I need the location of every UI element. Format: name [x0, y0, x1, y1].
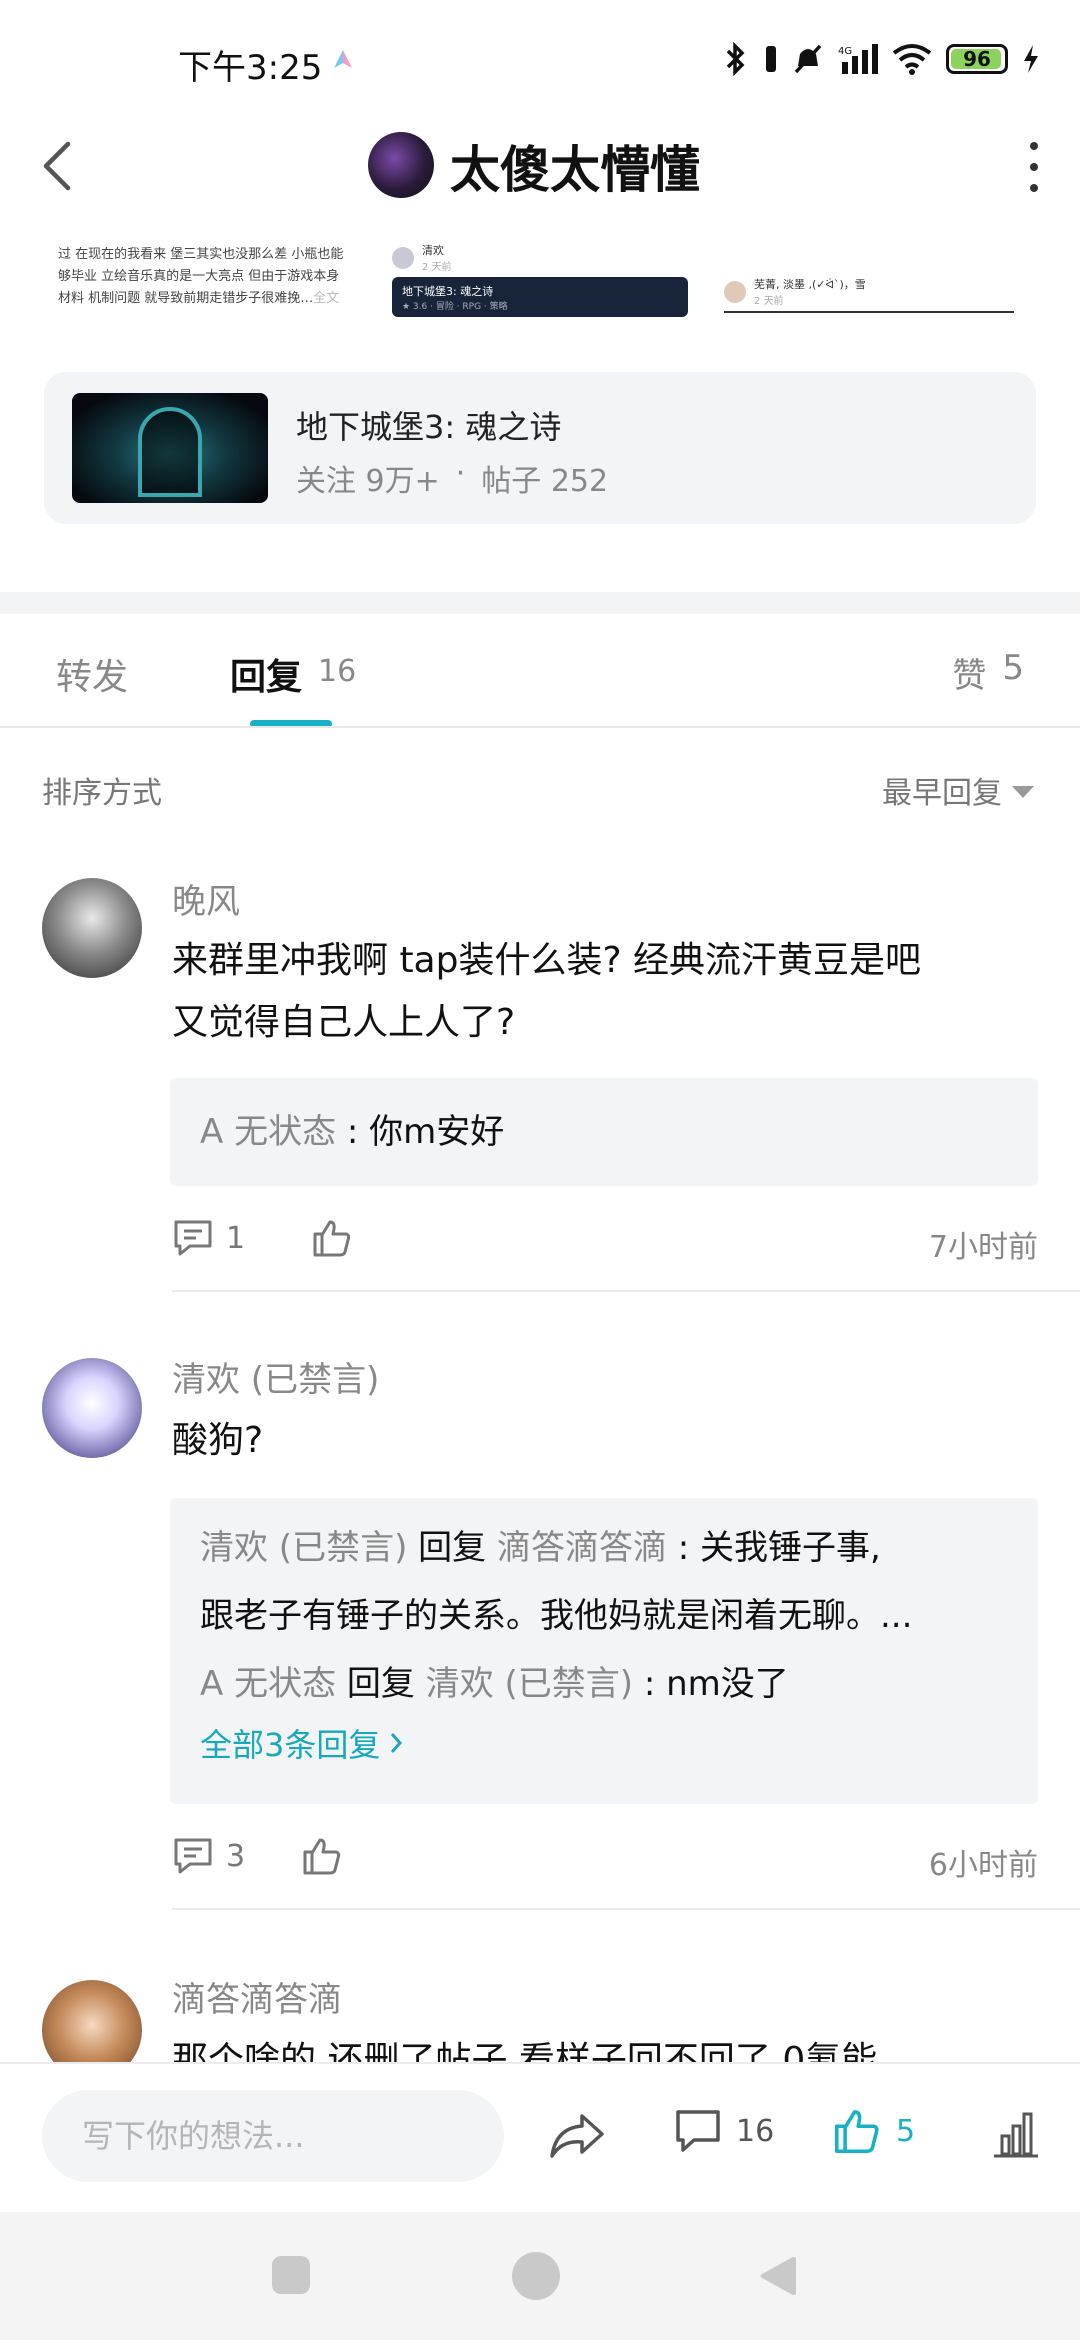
tab-repost[interactable]: 转发 [56, 648, 128, 700]
battery-indicator: 96 [946, 44, 1008, 74]
tab-like-label: 赞 [952, 656, 987, 696]
tab-reply[interactable]: 回复 [230, 648, 302, 700]
reply-line: 跟老子有锤子的关系。我他妈就是闲着无聊。... [200, 1596, 913, 1636]
nav-back-button[interactable] [756, 2254, 800, 2298]
sort-dropdown[interactable]: 最早回复 [882, 768, 1034, 812]
comment-icon [676, 2110, 720, 2152]
preview-card-3: 芜菁, 淡墨 ,(✓ᐛ`)，雪 2 天前 [724, 236, 1020, 320]
status-icons: 4G 96 [722, 42, 1040, 76]
post-image-strip[interactable]: 过 在现在的我看来 堡三其实也没那么差 小瓶也能够毕业 立绘音乐真的是一大亮点 … [0, 236, 1080, 320]
game-posts: 帖子 252 [481, 464, 609, 499]
meta-dot: · [455, 456, 466, 491]
comment-count: 16 [736, 2113, 775, 2149]
tab-divider [0, 726, 1080, 728]
comment-text[interactable]: 来群里冲我啊 tap装什么装? 经典流汗黄豆是吧 又觉得自己人上人了? [172, 930, 1032, 1054]
avatar[interactable] [42, 1358, 142, 1458]
reply-line: 清欢 (已禁言) 回复 滴答滴答滴 : 关我锤子事, [200, 1528, 881, 1568]
reply-preview-box[interactable]: 清欢 (已禁言) 回复 滴答滴答滴 : 关我锤子事, 跟老子有锤子的关系。我他妈… [170, 1498, 1038, 1804]
comment-icon [174, 1838, 212, 1874]
comment-text[interactable]: 酸狗? [172, 1410, 1032, 1472]
preview-avatar [724, 280, 746, 303]
game-meta: 关注 9万+ · 帖子 252 [296, 456, 608, 500]
section-divider [0, 592, 1080, 614]
comment-divider [172, 1290, 1080, 1292]
page-title: 太傻太懵懂 [450, 141, 700, 199]
comment-author[interactable]: 晚风 [172, 874, 240, 923]
comment-divider [172, 1908, 1080, 1910]
comment-input-container[interactable] [42, 2090, 504, 2182]
reply-preview-box[interactable]: A 无状态 : 你m安好 [170, 1078, 1038, 1186]
comment-actions: 3 [172, 1836, 343, 1876]
wifi-icon [892, 44, 932, 75]
preview-text: 过 在现在的我看来 堡三其实也没那么差 小瓶也能够毕业 立绘音乐真的是一大亮点 … [58, 247, 344, 306]
comment-input[interactable] [42, 2090, 504, 2182]
status-time: 下午3:25 [178, 48, 323, 88]
signal-icon: 4G [838, 44, 878, 74]
reply-line: A 无状态 回复 清欢 (已禁言) : nm没了 [200, 1664, 789, 1704]
tab-like-count: 5 [1002, 648, 1024, 688]
back-button[interactable] [36, 138, 86, 194]
svg-text:4G: 4G [838, 46, 852, 57]
game-cover-image [72, 393, 268, 503]
battery-percent: 96 [963, 47, 991, 71]
preview-avatar [392, 246, 414, 269]
dropdown-arrow-icon [1012, 786, 1034, 798]
avatar[interactable] [42, 878, 142, 978]
tab-like[interactable]: 赞 5 [952, 648, 1024, 697]
like-button[interactable] [311, 1218, 353, 1258]
thumbs-up-icon [303, 1838, 341, 1875]
more-options-icon[interactable] [1022, 142, 1046, 192]
stats-icon[interactable] [992, 2110, 1040, 2160]
comment-author[interactable]: 滴答滴答滴 [172, 1972, 342, 2021]
chevron-right-icon [391, 1733, 403, 1753]
like-count: 5 [896, 2113, 916, 2149]
comment-time: 7小时前 [928, 1230, 1038, 1265]
bluetooth-icon [726, 42, 745, 76]
like-count-button[interactable]: 5 [832, 2106, 915, 2156]
app-notification-icon [334, 50, 352, 68]
reply-line: A 无状态 : 你m安好 [200, 1112, 505, 1152]
game-followers: 关注 9万+ [296, 464, 440, 499]
reply-button[interactable]: 1 [172, 1218, 245, 1258]
recent-apps-button[interactable] [272, 2256, 310, 2294]
sort-label: 排序方式 [42, 776, 162, 811]
vibrate-icon [766, 46, 776, 72]
mute-icon [794, 44, 822, 74]
game-title: 地下城堡3: 魂之诗 [296, 408, 562, 446]
comment-time: 6小时前 [928, 1848, 1038, 1883]
preview-card-2: 清欢 2 天前 地下城堡3: 魂之诗 ★ 3.6 · 冒险 · RPG · 策略 [392, 236, 688, 320]
comment-author[interactable]: 清欢 (已禁言) [172, 1352, 379, 1401]
thumbs-up-icon [313, 1220, 351, 1257]
home-button[interactable] [512, 2252, 560, 2300]
comment-count-button[interactable]: 16 [674, 2108, 774, 2154]
thumbs-up-icon [834, 2110, 879, 2154]
comment-icon [174, 1220, 212, 1256]
tab-reply-count: 16 [318, 654, 357, 689]
share-icon[interactable] [548, 2110, 606, 2162]
reply-button[interactable]: 3 [172, 1836, 245, 1876]
sort-value: 最早回复 [882, 776, 1002, 811]
comment-actions: 1 [172, 1218, 353, 1258]
reply-count: 3 [226, 1838, 246, 1874]
author-avatar[interactable] [368, 132, 434, 198]
reply-count: 1 [226, 1220, 246, 1256]
charging-icon [1024, 45, 1038, 73]
like-button[interactable] [301, 1836, 343, 1876]
view-all-replies-label: 全部3条回复 [200, 1726, 381, 1764]
view-all-replies-link[interactable]: 全部3条回复 [200, 1720, 1008, 1766]
